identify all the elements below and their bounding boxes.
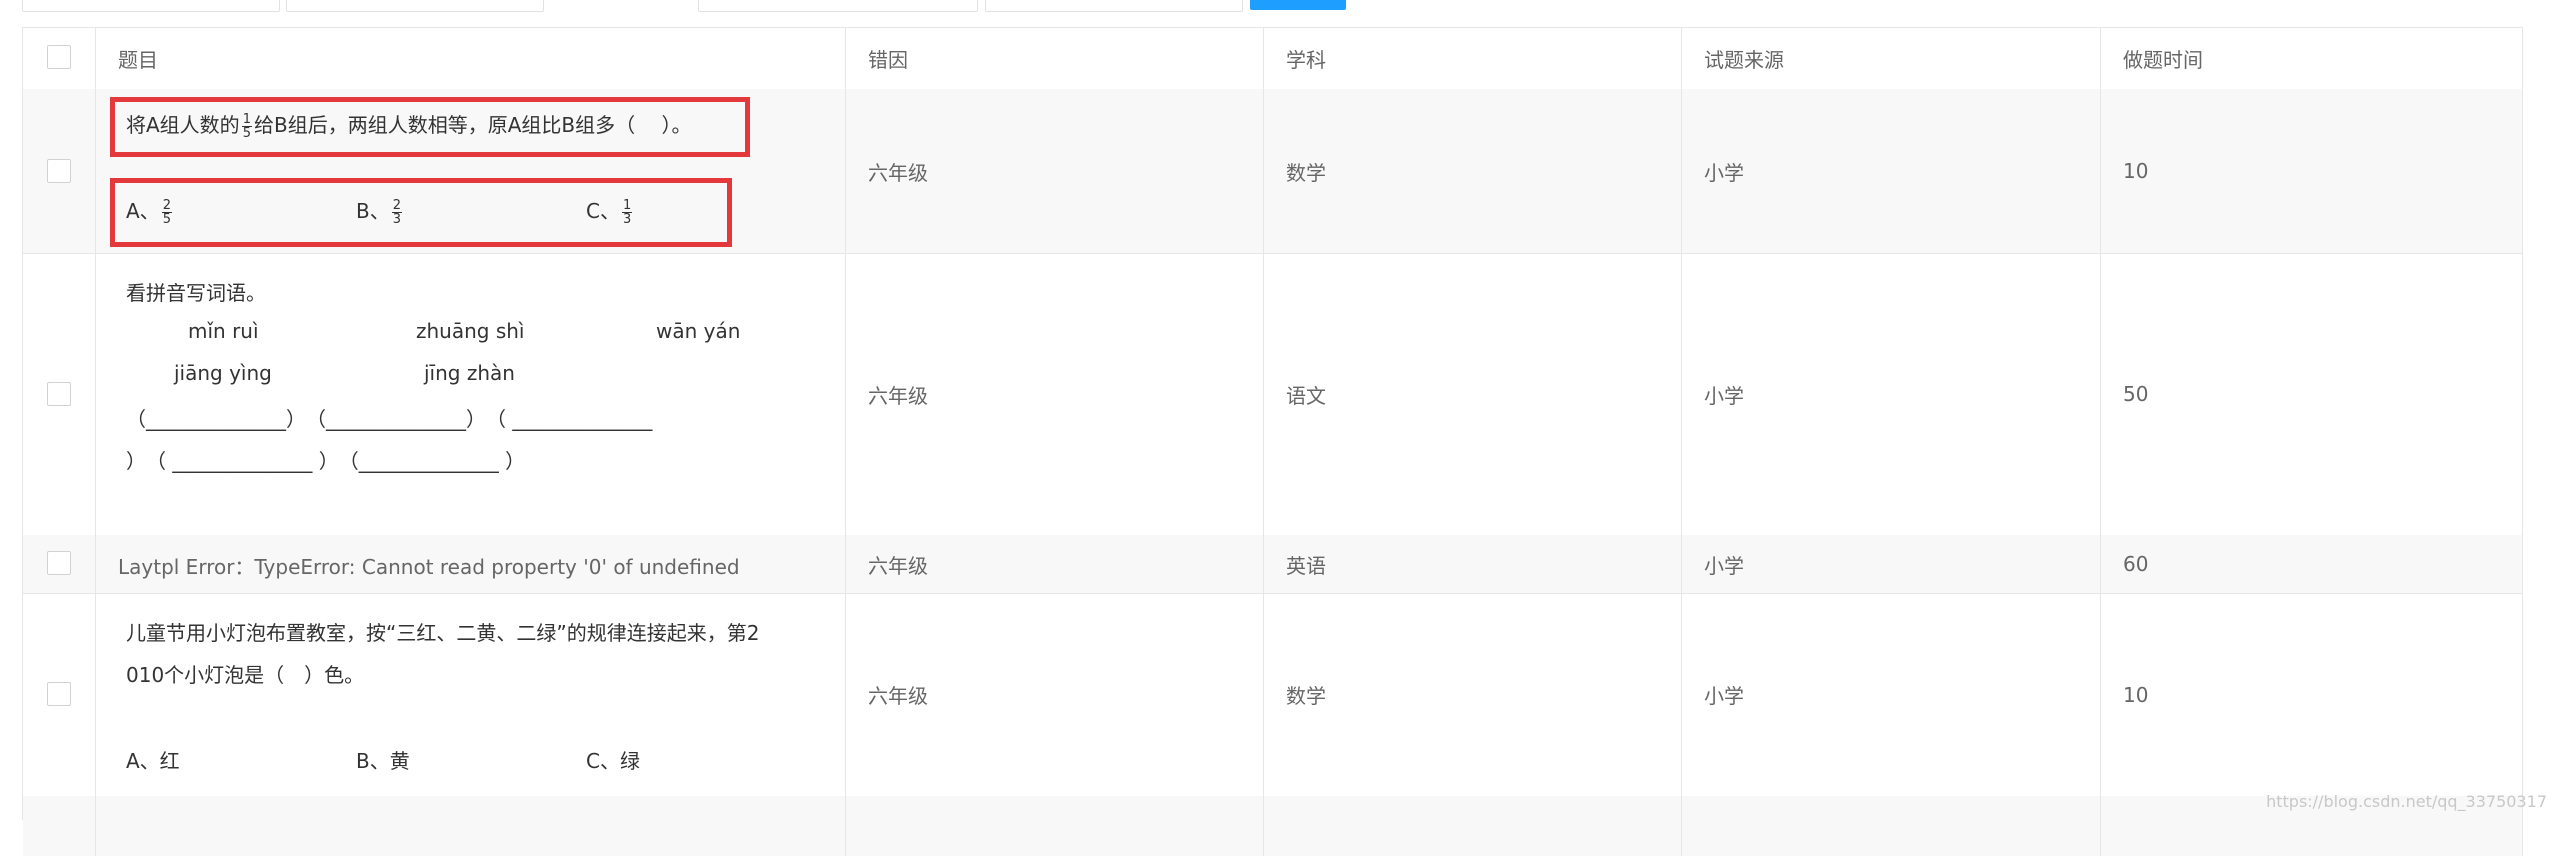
- time-cell: 10: [2101, 593, 2523, 796]
- source-cell: 小学: [1682, 253, 2101, 535]
- subject-cell: 数学: [1264, 89, 1682, 253]
- option-b: B、黄: [356, 749, 410, 773]
- header-time[interactable]: 做题时间: [2101, 28, 2523, 89]
- question-text-end: 给B组后，两组人数相等，原A组比B组多（ ）。: [253, 113, 692, 137]
- question-cell: Laytpl Error：TypeError: Cannot read prop…: [96, 535, 846, 593]
- option-a-label: A、: [126, 199, 160, 223]
- option-c: C、绿: [586, 749, 640, 773]
- question-text: 将A组人数的 1 5 给B组后，两组人数相等，原A组比B组多（ ）。: [126, 109, 691, 140]
- select-all-checkbox[interactable]: [47, 45, 71, 69]
- time-cell: 10: [2101, 89, 2523, 253]
- subject-cell: 数学: [1264, 593, 1682, 796]
- reason-cell: [846, 796, 1264, 856]
- source-cell: 小学: [1682, 535, 2101, 593]
- option-b: B、 2 3: [356, 195, 404, 226]
- fraction: 15: [241, 112, 252, 141]
- subject-cell: 英语: [1264, 535, 1682, 593]
- reason-cell: 六年级: [846, 593, 1264, 796]
- row-select-cell: [23, 796, 96, 856]
- filter-input-2[interactable]: [286, 0, 544, 12]
- question-title: 看拼音写词语。: [126, 281, 266, 305]
- pinyin-1: mǐn ruì: [188, 319, 259, 343]
- option-b-label: B、: [356, 199, 390, 223]
- row-select-cell: [23, 253, 96, 535]
- question-cell: 儿童节用小灯泡布置教室，按“三红、二黄、二绿”的规律连接起来，第2 010个小灯…: [96, 593, 846, 796]
- option-a-fraction: 25: [161, 198, 172, 227]
- reason-cell: 六年级: [846, 89, 1264, 253]
- subject-cell: 语文: [1264, 253, 1682, 535]
- question-text-start: 将A组人数的: [126, 113, 240, 137]
- fraction-denominator: 5: [242, 126, 251, 141]
- filter-input-1[interactable]: [22, 0, 280, 12]
- header-reason[interactable]: 错因: [846, 28, 1264, 89]
- question-line-1: 儿童节用小灯泡布置教室，按“三红、二黄、二绿”的规律连接起来，第2: [126, 621, 760, 645]
- header-title[interactable]: 题目: [96, 28, 846, 89]
- fraction-numerator: 1: [241, 112, 252, 127]
- table-header: 题目 错因 学科 试题来源 做题时间: [23, 28, 2523, 90]
- template-error-text: Laytpl Error：TypeError: Cannot read prop…: [118, 555, 740, 579]
- question-cell: 将A组人数的 1 5 给B组后，两组人数相等，原A组比B组多（ ）。 A、 2 5 B、 2…: [96, 89, 846, 253]
- reason-cell: 六年级: [846, 535, 1264, 593]
- reason-cell: 六年级: [846, 253, 1264, 535]
- table-row[interactable]: 儿童节用小灯泡布置教室，按“三红、二黄、二绿”的规律连接起来，第2 010个小灯…: [23, 593, 2523, 797]
- time-cell: 60: [2101, 535, 2523, 593]
- row-checkbox[interactable]: [47, 682, 71, 706]
- option-b-denominator: 3: [392, 212, 402, 227]
- pinyin-2: zhuāng shì: [416, 319, 525, 343]
- question-cell: 看拼音写词语。 mǐn ruì zhuāng shì wān yán jiāng…: [96, 253, 846, 535]
- search-button[interactable]: [1250, 0, 1346, 10]
- option-c-numerator: 1: [621, 198, 633, 213]
- row-select-cell: [23, 593, 96, 796]
- row-select-cell: [23, 535, 96, 593]
- filter-toolbar: [0, 0, 2561, 12]
- option-a: A、 2 5: [126, 195, 174, 226]
- header-subject[interactable]: 学科: [1264, 28, 1682, 89]
- table-row[interactable]: Laytpl Error：TypeError: Cannot read prop…: [23, 535, 2523, 594]
- option-c-fraction: 13: [621, 198, 633, 227]
- header-source[interactable]: 试题来源: [1682, 28, 2101, 89]
- pinyin-3: wān yán: [656, 319, 741, 343]
- highlight-box-options: [110, 178, 732, 247]
- pinyin-4: jiāng yìng: [174, 361, 272, 385]
- select-all-cell: [23, 28, 96, 89]
- filter-input-3[interactable]: [698, 0, 978, 12]
- table-row[interactable]: 将A组人数的 1 5 给B组后，两组人数相等，原A组比B组多（ ）。 A、 2 5 B、 2…: [23, 89, 2523, 254]
- subject-cell: [1264, 796, 1682, 856]
- option-b-fraction: 23: [391, 198, 403, 227]
- row-checkbox[interactable]: [47, 159, 71, 183]
- source-cell: 小学: [1682, 89, 2101, 253]
- source-cell: 小学: [1682, 593, 2101, 796]
- pinyin-5: jīng zhàn: [424, 361, 515, 385]
- question-cell: [96, 796, 846, 856]
- time-cell: 50: [2101, 253, 2523, 535]
- question-line-2: 010个小灯泡是（ ）色。: [126, 663, 365, 687]
- table-row[interactable]: [23, 796, 2523, 856]
- option-a-numerator: 2: [161, 198, 172, 213]
- option-c-label: C、: [586, 199, 620, 223]
- question-table: 题目 错因 学科 试题来源 做题时间 将A组人数的 1 5 给B组后，两组人数相等，原…: [22, 27, 2523, 856]
- answer-blanks-line-2: ） （ ______________ ） （______________ ）: [126, 449, 526, 473]
- option-a: A、红: [126, 749, 180, 773]
- option-b-numerator: 2: [391, 198, 403, 213]
- answer-blanks-line-1: （______________） （______________） （ ____…: [126, 407, 653, 431]
- option-c: C、 1 3: [586, 195, 634, 226]
- watermark: https://blog.csdn.net/qq_33750317: [2266, 792, 2547, 811]
- row-select-cell: [23, 89, 96, 253]
- table-row[interactable]: 看拼音写词语。 mǐn ruì zhuāng shì wān yán jiāng…: [23, 253, 2523, 536]
- option-a-denominator: 5: [162, 212, 171, 227]
- row-checkbox[interactable]: [47, 551, 71, 575]
- source-cell: [1682, 796, 2101, 856]
- filter-input-4[interactable]: [985, 0, 1243, 12]
- row-checkbox[interactable]: [47, 382, 71, 406]
- option-c-denominator: 3: [622, 212, 632, 227]
